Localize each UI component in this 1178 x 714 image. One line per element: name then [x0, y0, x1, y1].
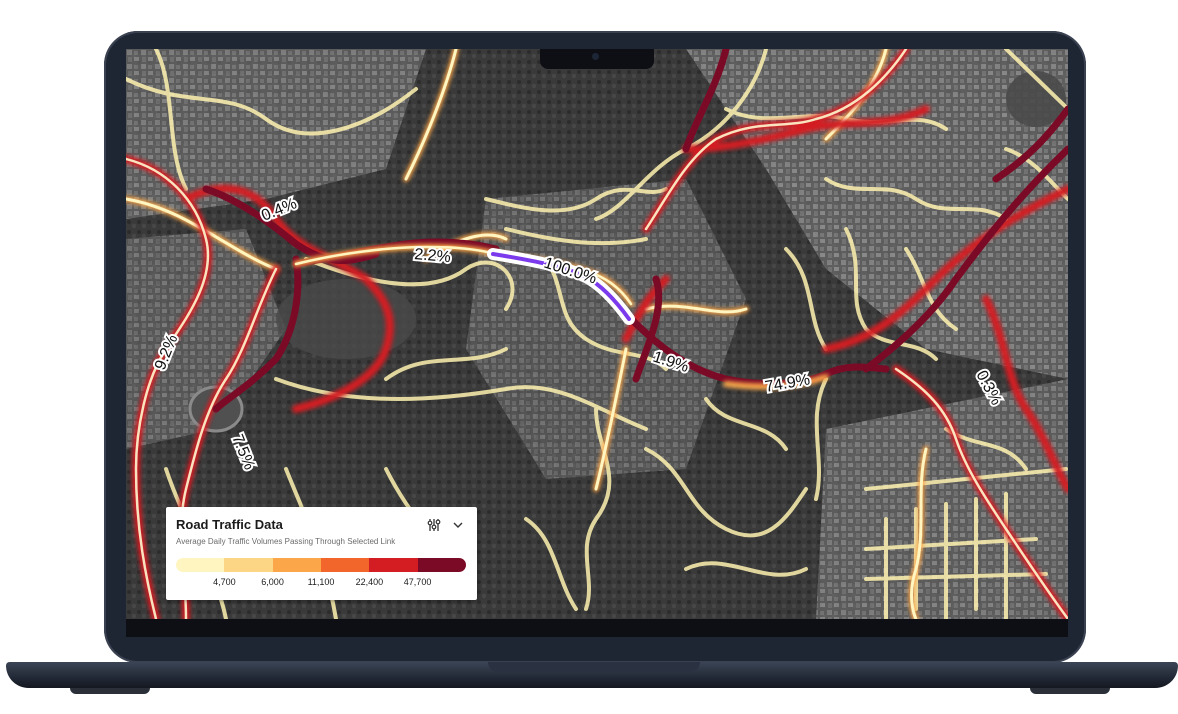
legend-title: Road Traffic Data: [176, 517, 283, 532]
scale-tick: 4,700: [213, 577, 236, 587]
scale-tick: 6,000: [261, 577, 284, 587]
scale-ticks: 4,700 6,000 11,100 22,400 47,700: [176, 577, 466, 589]
scale-segment: [176, 558, 225, 572]
laptop-foot: [70, 688, 150, 694]
scale-tick: 47,700: [403, 577, 432, 587]
scale-segment: [272, 558, 321, 572]
laptop-foot: [1030, 688, 1110, 694]
scale-segment: [369, 558, 418, 572]
legend-panel: Road Traffic Data Average Daily Traffic …: [166, 507, 477, 600]
pct-label: 2.2%: [414, 246, 452, 266]
scale-segment: [417, 558, 466, 572]
legend-subtitle: Average Daily Traffic Volumes Passing Th…: [176, 537, 396, 546]
scale-tick: 22,400: [355, 577, 384, 587]
chevron-down-icon[interactable]: [451, 518, 465, 532]
screen-bezel: [126, 619, 1068, 637]
scale-segment: [320, 558, 370, 572]
sliders-icon[interactable]: [427, 518, 441, 532]
camera-icon: [592, 53, 599, 60]
color-scale-bar: [176, 558, 466, 572]
trackpad-notch: [488, 662, 700, 672]
scale-segment: [224, 558, 273, 572]
scale-tick: 11,100: [307, 577, 335, 587]
